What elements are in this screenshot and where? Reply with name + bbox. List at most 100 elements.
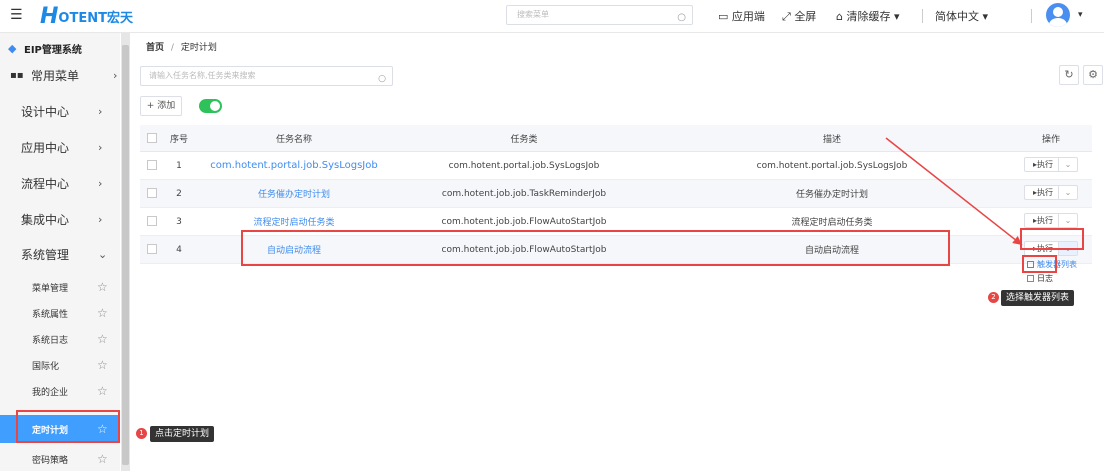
broom-icon: ⌂ bbox=[836, 10, 843, 23]
menu-search-placeholder: 搜索菜单 bbox=[517, 10, 549, 19]
sidebar-item-app-center[interactable]: 应用中心 › bbox=[0, 133, 120, 161]
avatar-caret-icon[interactable]: ▾ bbox=[1078, 10, 1083, 20]
breadcrumb: 首页 / 定时计划 bbox=[146, 40, 217, 53]
sidebar-subitem-system-log[interactable]: 系统日志 ☆ bbox=[0, 327, 120, 351]
sidebar-scrollbar[interactable] bbox=[121, 33, 130, 471]
execute-button[interactable]: ▸执行 ⌄ bbox=[1024, 156, 1078, 172]
column-header-action: 操作 bbox=[1010, 125, 1092, 152]
task-search-input[interactable]: 请输入任务名称,任务类来搜索 ○ bbox=[140, 66, 393, 86]
menu-item-log[interactable]: 日志 bbox=[1027, 271, 1077, 285]
task-name-link[interactable]: 任务催办定时计划 bbox=[258, 190, 330, 200]
caret-down-icon: ▾ bbox=[982, 10, 989, 23]
star-icon[interactable]: ☆ bbox=[97, 452, 108, 466]
app-end-button[interactable]: ▭ 应用端 bbox=[718, 8, 765, 24]
row-no: 4 bbox=[164, 235, 194, 264]
row-no: 1 bbox=[164, 151, 194, 180]
table-row: 1 com.hotent.portal.job.SysLogsJob com.h… bbox=[140, 151, 1092, 180]
sidebar-item-common-menu[interactable]: ▪▪ 常用菜单 › bbox=[0, 61, 120, 89]
highlight-box-trigger-list bbox=[1022, 255, 1057, 273]
caret-down-icon: ▾ bbox=[893, 10, 900, 23]
column-header-no: 序号 bbox=[164, 125, 194, 152]
toggle-switch[interactable] bbox=[199, 99, 222, 113]
sidebar-subitem-password-policy[interactable]: 密码策略 ☆ bbox=[0, 447, 120, 471]
table-row: 2 任务催办定时计划 com.hotent.job.job.TaskRemind… bbox=[140, 179, 1092, 208]
sidebar-subitem-menu-management[interactable]: 菜单管理 ☆ bbox=[0, 275, 120, 299]
system-logo-icon: ◆ bbox=[8, 41, 17, 55]
sidebar-item-label: 流程中心 bbox=[21, 176, 70, 191]
chevron-right-icon: › bbox=[113, 68, 118, 82]
menu-item-label: 日志 bbox=[1037, 273, 1053, 283]
sidebar-subitem-label: 菜单管理 bbox=[32, 283, 69, 294]
clear-cache-label: 清除缓存 bbox=[846, 10, 891, 23]
sidebar-subitem-system-properties[interactable]: 系统属性 ☆ bbox=[0, 301, 120, 325]
settings-button[interactable]: ⚙ bbox=[1083, 65, 1103, 85]
column-header-class: 任务类 bbox=[394, 125, 654, 152]
sidebar-subitem-label: 系统属性 bbox=[32, 309, 69, 320]
scrollbar-thumb[interactable] bbox=[122, 45, 129, 465]
clear-cache-button[interactable]: ⌂ 清除缓存 ▾ bbox=[836, 8, 900, 24]
task-desc: com.hotent.portal.job.SysLogsJob bbox=[654, 151, 1010, 180]
breadcrumb-separator: / bbox=[170, 43, 174, 53]
execute-label: ▸执行 bbox=[1033, 215, 1054, 225]
refresh-button[interactable]: ↻ bbox=[1059, 65, 1079, 85]
select-all-checkbox[interactable] bbox=[140, 125, 164, 152]
sidebar-item-system-management[interactable]: 系统管理 ⌄ bbox=[0, 240, 120, 268]
chevron-right-icon: › bbox=[98, 212, 103, 226]
expand-icon: ⤢ bbox=[782, 10, 791, 23]
add-button[interactable]: + 添加 bbox=[140, 96, 182, 116]
language-label: 简体中文 bbox=[935, 10, 979, 23]
menu-toggle-icon[interactable]: ☰ bbox=[10, 7, 23, 23]
sidebar-item-design-center[interactable]: 设计中心 › bbox=[0, 97, 120, 125]
sidebar-item-label: 设计中心 bbox=[21, 104, 70, 119]
task-name-link[interactable]: com.hotent.portal.job.SysLogsJob bbox=[210, 160, 377, 171]
chevron-down-icon: ⌄ bbox=[98, 247, 108, 261]
sidebar-subitem-label: 密码策略 bbox=[32, 455, 69, 466]
highlight-box-execute bbox=[1020, 228, 1084, 250]
chevron-down-icon[interactable]: ⌄ bbox=[1058, 157, 1077, 171]
sidebar-item-label: 集成中心 bbox=[21, 212, 70, 227]
sidebar-subitem-label: 国际化 bbox=[32, 361, 60, 372]
star-icon[interactable]: ☆ bbox=[97, 358, 108, 372]
sidebar-subitem-my-enterprise[interactable]: 我的企业 ☆ bbox=[0, 379, 120, 403]
sidebar-item-integration-center[interactable]: 集成中心 › bbox=[0, 205, 120, 233]
row-checkbox[interactable] bbox=[140, 207, 164, 236]
star-icon[interactable]: ☆ bbox=[97, 332, 108, 346]
monitor-icon: ▭ bbox=[718, 10, 729, 23]
sidebar-item-flow-center[interactable]: 流程中心 › bbox=[0, 169, 120, 197]
logo-text: OTENT宏天 bbox=[58, 10, 133, 26]
sidebar-item-label: 常用菜单 bbox=[31, 68, 80, 83]
row-checkbox[interactable] bbox=[140, 235, 164, 264]
search-icon[interactable]: ○ bbox=[378, 70, 386, 88]
star-icon[interactable]: ☆ bbox=[97, 384, 108, 398]
execute-label: ▸执行 bbox=[1033, 187, 1054, 197]
fullscreen-button[interactable]: ⤢ 全屏 bbox=[782, 8, 816, 24]
highlight-box-scheduled-plan bbox=[16, 410, 120, 443]
refresh-icon: ↻ bbox=[1064, 68, 1074, 81]
logo: H OTENT宏天 bbox=[40, 2, 133, 30]
task-search-placeholder: 请输入任务名称,任务类来搜索 bbox=[149, 71, 256, 80]
search-icon[interactable]: ○ bbox=[677, 9, 686, 27]
menu-search-input[interactable]: 搜索菜单 ○ bbox=[506, 5, 693, 25]
logo-mark: H bbox=[40, 3, 59, 29]
row-checkbox[interactable] bbox=[140, 151, 164, 180]
star-icon[interactable]: ☆ bbox=[97, 280, 108, 294]
star-icon[interactable]: ☆ bbox=[97, 306, 108, 320]
execute-button[interactable]: ▸执行 ⌄ bbox=[1024, 212, 1078, 228]
avatar[interactable] bbox=[1046, 3, 1070, 27]
task-class: com.hotent.job.job.TaskReminderJob bbox=[394, 179, 654, 208]
row-checkbox[interactable] bbox=[140, 179, 164, 208]
breadcrumb-home[interactable]: 首页 bbox=[146, 43, 164, 53]
sidebar-subitem-label: 系统日志 bbox=[32, 335, 69, 346]
chevron-right-icon: › bbox=[98, 176, 103, 190]
task-name-link[interactable]: 流程定时启动任务类 bbox=[253, 218, 334, 228]
row-no: 3 bbox=[164, 207, 194, 236]
task-desc: 任务催办定时计划 bbox=[654, 179, 1010, 208]
column-header-name: 任务名称 bbox=[194, 125, 394, 152]
sidebar-subitem-i18n[interactable]: 国际化 ☆ bbox=[0, 353, 120, 377]
chevron-down-icon[interactable]: ⌄ bbox=[1058, 213, 1077, 227]
execute-button[interactable]: ▸执行 ⌄ bbox=[1024, 184, 1078, 200]
sidebar-subitem-label: 我的企业 bbox=[32, 387, 69, 398]
chevron-down-icon[interactable]: ⌄ bbox=[1058, 185, 1077, 199]
language-select[interactable]: 简体中文 ▾ bbox=[935, 8, 988, 24]
chevron-right-icon: › bbox=[98, 140, 103, 154]
